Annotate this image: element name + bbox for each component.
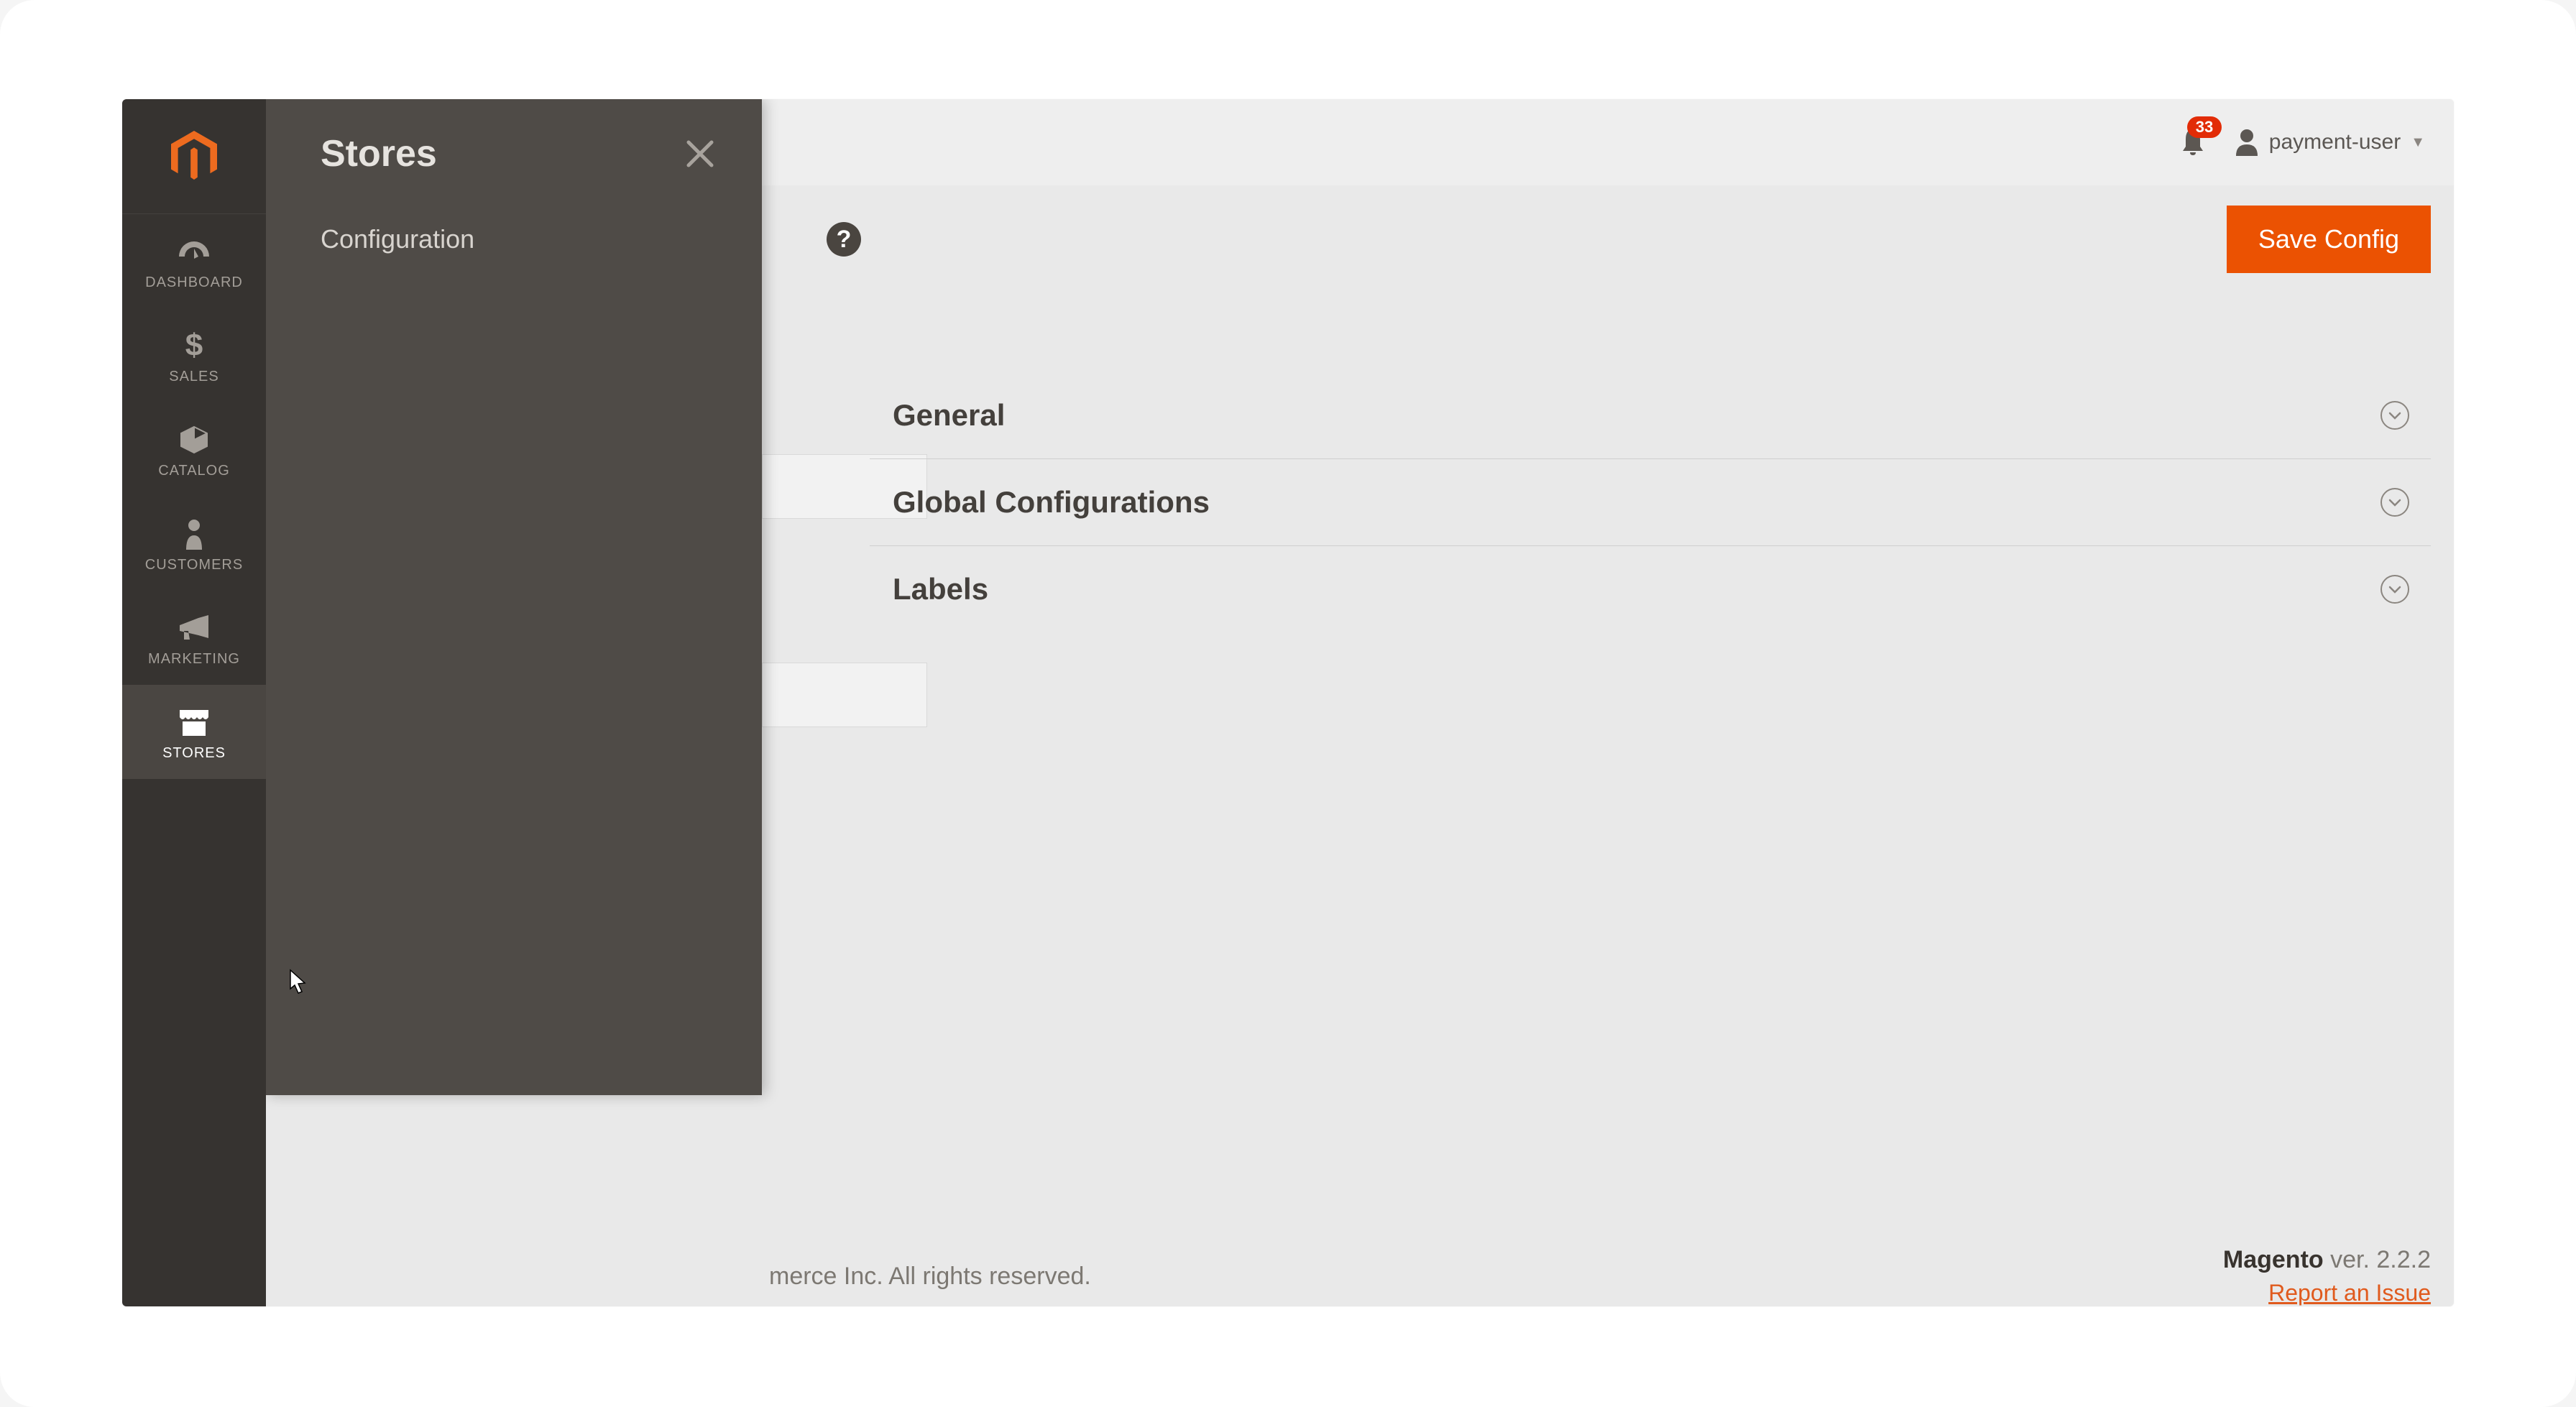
megaphone-icon <box>177 612 211 644</box>
sidebar-item-customers[interactable]: CUSTOMERS <box>122 497 266 591</box>
section-label: Labels <box>893 572 988 606</box>
gauge-icon <box>176 236 212 267</box>
sidebar-item-label: CUSTOMERS <box>145 557 243 573</box>
save-config-button[interactable]: Save Config <box>2227 206 2431 273</box>
app-window: DASHBOARD $ SALES CATALOG CUSTOMERS <box>122 99 2454 1306</box>
footer-right: Magento ver. 2.2.2 Report an Issue <box>2223 1246 2431 1306</box>
section-row-labels[interactable]: Labels <box>870 546 2431 632</box>
chevron-down-icon <box>2388 584 2402 594</box>
report-issue-link[interactable]: Report an Issue <box>2223 1280 2431 1306</box>
sidebar-item-catalog[interactable]: CATALOG <box>122 402 266 497</box>
sidebar-item-dashboard[interactable]: DASHBOARD <box>122 214 266 308</box>
question-icon: ? <box>837 226 852 254</box>
version-text: ver. 2.2.2 <box>2324 1246 2431 1273</box>
store-icon <box>177 706 211 738</box>
section-row-global-configurations[interactable]: Global Configurations <box>870 459 2431 546</box>
page-footer: merce Inc. All rights reserved. Magento … <box>266 1246 2454 1306</box>
browser-frame: DASHBOARD $ SALES CATALOG CUSTOMERS <box>0 0 2576 1407</box>
sidebar-item-label: STORES <box>162 745 226 762</box>
sidebar-item-label: MARKETING <box>148 651 240 668</box>
sidebar-item-marketing[interactable]: MARKETING <box>122 591 266 685</box>
person-icon <box>183 518 205 550</box>
caret-down-icon: ▼ <box>2411 134 2425 151</box>
flyout-title: Stores <box>321 132 437 175</box>
section-label: General <box>893 398 1005 433</box>
user-icon <box>2235 129 2259 156</box>
section-label: Global Configurations <box>893 485 1210 520</box>
sidebar-item-label: CATALOG <box>158 463 230 479</box>
dollar-icon: $ <box>185 330 203 361</box>
sidebar-item-label: DASHBOARD <box>145 275 243 291</box>
close-icon <box>684 138 716 170</box>
admin-sidebar: DASHBOARD $ SALES CATALOG CUSTOMERS <box>122 99 266 1306</box>
product-name: Magento <box>2223 1246 2324 1273</box>
close-flyout-button[interactable] <box>678 132 722 175</box>
sidebar-item-stores[interactable]: STORES <box>122 685 266 779</box>
flyout-item-label: Configuration <box>321 224 474 254</box>
help-button[interactable]: ? <box>827 222 861 257</box>
notifications-button[interactable]: 33 <box>2180 126 2206 159</box>
magento-logo[interactable] <box>122 99 266 214</box>
chevron-down-icon <box>2388 410 2402 420</box>
stores-flyout-panel: Stores Configuration <box>266 99 762 1095</box>
username-label: payment-user <box>2269 130 2401 154</box>
notification-count-badge: 33 <box>2187 116 2222 138</box>
user-menu[interactable]: payment-user ▼ <box>2235 129 2425 156</box>
box-icon <box>178 424 210 456</box>
chevron-down-icon <box>2388 497 2402 507</box>
flyout-header: Stores <box>266 99 762 204</box>
magento-logo-icon <box>165 128 223 185</box>
sidebar-item-label: SALES <box>169 369 218 385</box>
sidebar-item-sales[interactable]: $ SALES <box>122 308 266 402</box>
flyout-item-configuration[interactable]: Configuration <box>266 204 762 275</box>
expand-toggle[interactable] <box>2380 488 2409 517</box>
copyright-text: merce Inc. All rights reserved. <box>266 1263 1091 1291</box>
section-row-general[interactable]: General <box>870 372 2431 459</box>
expand-toggle[interactable] <box>2380 575 2409 604</box>
expand-toggle[interactable] <box>2380 401 2409 430</box>
